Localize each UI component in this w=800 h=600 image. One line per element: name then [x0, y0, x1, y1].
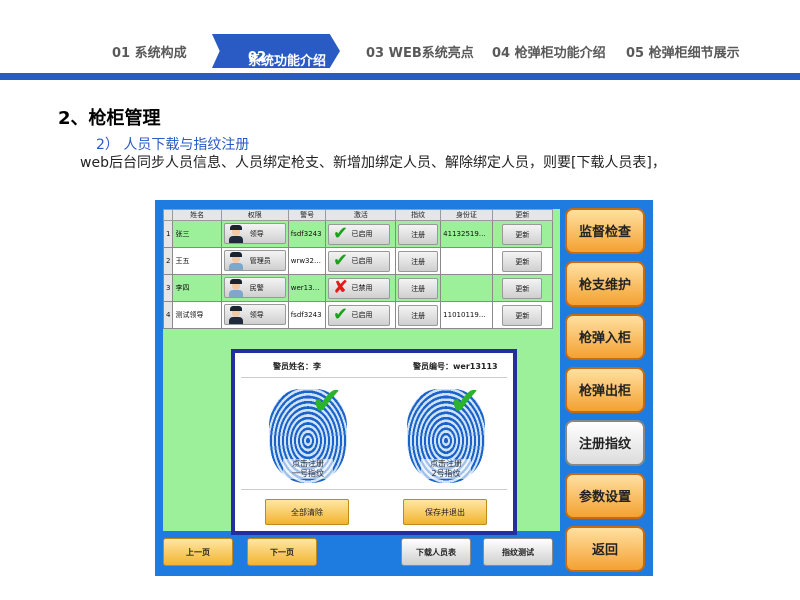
officer-icon [228, 224, 244, 243]
check-icon: ✔ [311, 379, 343, 423]
column-header: 姓名 [172, 209, 222, 221]
check-icon: ✔ [332, 304, 349, 325]
nav-item-2-active[interactable]: 02 系统功能介绍 [212, 34, 340, 68]
register-fingerprint-button[interactable]: 注册 [398, 250, 439, 272]
nav-item-1[interactable]: 01 系统构成 [112, 42, 187, 61]
register-fingerprint-button[interactable]: 注册 [398, 223, 439, 245]
table-row[interactable]: 1 张三 领导 fsdf3243 ✔ 已启用 注册 41132519… 更新 [162, 220, 554, 248]
status-button[interactable]: ✘ 已禁用 [328, 277, 391, 299]
nav-item-5[interactable]: 05 枪弹柜细节展示 [626, 42, 740, 61]
register-fingerprint-side-button[interactable]: 注册指纹 [565, 420, 645, 466]
table-row[interactable]: 4 测试领导 领导 fsdf3243 ✔ 已启用 注册 11010119… 更新 [162, 301, 554, 329]
column-header: 更新 [491, 209, 554, 221]
register-fingerprint-button[interactable]: 注册 [398, 277, 439, 299]
table-row[interactable]: 2 王五 管理员 wrw32… ✔ 已启用 注册 更新 [162, 247, 554, 275]
cell-name: 王五 [172, 247, 222, 275]
gun-out-cabinet-button[interactable]: 枪弹出柜 [565, 367, 645, 413]
officer-name-label: 警员姓名：李 [273, 362, 321, 371]
nav-item-4[interactable]: 04 枪弹柜功能介绍 [492, 42, 606, 61]
check-icon: ✔ [332, 223, 349, 244]
cell-badge: wrw32… [287, 247, 327, 275]
column-header: 激活 [325, 209, 397, 221]
cell-id: 11010119… [440, 301, 493, 329]
cross-icon: ✘ [332, 277, 349, 298]
prev-page-button[interactable]: 上一页 [163, 538, 233, 566]
fingerprint-test-button[interactable]: 指纹测试 [483, 538, 553, 566]
clear-all-button[interactable]: 全部清除 [265, 499, 349, 525]
column-header: 权限 [220, 209, 289, 221]
check-icon: ✔ [449, 379, 481, 423]
update-button[interactable]: 更新 [502, 250, 543, 272]
back-button[interactable]: 返回 [565, 526, 645, 572]
register-fingerprint-button[interactable]: 注册 [398, 304, 439, 326]
role-button[interactable]: 领导 [223, 304, 286, 326]
role-button[interactable]: 领导 [223, 223, 286, 245]
table-header-row: 姓名 权限 警号 激活 指纹 身份证 更新 [162, 209, 554, 221]
nav-item-3[interactable]: 03 WEB系统亮点 [366, 42, 474, 61]
gun-in-cabinet-button[interactable]: 枪弹入柜 [565, 314, 645, 360]
officer-icon [228, 251, 244, 270]
page-title: 2、枪柜管理 [58, 108, 161, 129]
top-navigation: 01 系统构成 02 系统功能介绍 03 WEB系统亮点 04 枪弹柜功能介绍 … [0, 30, 800, 70]
cell-id: 41132519… [440, 220, 493, 248]
table-row[interactable]: 3 李四 民警 wer13… ✘ 已禁用 注册 更新 [162, 274, 554, 302]
cell-badge: wer13… [287, 274, 327, 302]
column-header: 指纹 [395, 209, 442, 221]
column-header: 身份证 [440, 209, 493, 221]
cell-name: 张三 [172, 220, 222, 248]
update-button[interactable]: 更新 [502, 304, 543, 326]
parameter-settings-button[interactable]: 参数设置 [565, 473, 645, 519]
check-icon: ✔ [332, 250, 349, 271]
cell-name: 测试领导 [172, 301, 222, 329]
section-subtitle: 2） 人员下载与指纹注册 [96, 137, 250, 153]
role-button[interactable]: 民警 [223, 277, 286, 299]
personnel-table: 姓名 权限 警号 激活 指纹 身份证 更新 1 张三 领导 fsdf3243 ✔… [162, 209, 554, 329]
nav-divider-bar [0, 73, 800, 80]
role-button[interactable]: 管理员 [223, 250, 286, 272]
update-button[interactable]: 更新 [502, 277, 543, 299]
status-button[interactable]: ✔ 已启用 [328, 250, 391, 272]
supervision-check-button[interactable]: 监督检查 [565, 208, 645, 254]
cell-badge: fsdf3243 [287, 301, 327, 329]
status-button[interactable]: ✔ 已启用 [328, 304, 391, 326]
officer-number-label: 警员编号：wer13113 [413, 362, 498, 371]
officer-icon [228, 305, 244, 324]
cell-name: 李四 [172, 274, 222, 302]
next-page-button[interactable]: 下一页 [247, 538, 317, 566]
description-text: web后台同步人员信息、人员绑定枪支、新增加绑定人员、解除绑定人员，则要[下载人… [80, 155, 666, 171]
download-personnel-button[interactable]: 下载人员表 [401, 538, 471, 566]
gun-cabinet-app: 姓名 权限 警号 激活 指纹 身份证 更新 1 张三 领导 fsdf3243 ✔… [155, 200, 653, 576]
save-exit-button[interactable]: 保存并退出 [403, 499, 487, 525]
gun-maintenance-button[interactable]: 枪支维护 [565, 261, 645, 307]
column-header: 警号 [287, 209, 327, 221]
fingerprint-register-dialog: 警员姓名：李 警员编号：wer13113 点击注册 一号指纹 ✔ 点击注册 2号… [231, 349, 517, 535]
update-button[interactable]: 更新 [502, 223, 543, 245]
cell-id [440, 247, 493, 275]
cell-id [440, 274, 493, 302]
status-button[interactable]: ✔ 已启用 [328, 223, 391, 245]
cell-badge: fsdf3243 [287, 220, 327, 248]
officer-icon [228, 278, 244, 297]
personnel-grid-area: 姓名 权限 警号 激活 指纹 身份证 更新 1 张三 领导 fsdf3243 ✔… [162, 209, 560, 535]
